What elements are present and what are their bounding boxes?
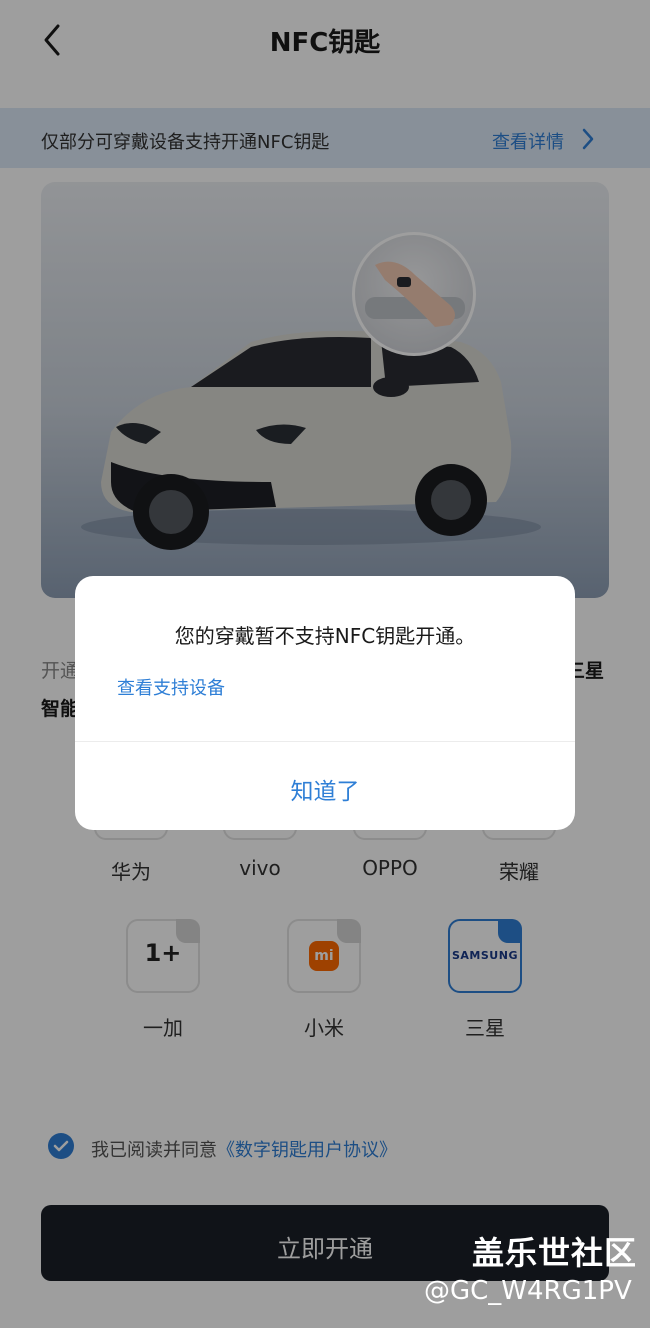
dialog-ok-button[interactable]: 知道了: [75, 772, 575, 806]
dialog-divider: [75, 741, 575, 742]
dialog-message: 您的穿戴暂不支持NFC钥匙开通。: [174, 624, 476, 648]
view-supported-devices-link[interactable]: 查看支持设备: [117, 674, 225, 700]
watermark-handle: @GC_W4RG1PV: [424, 1276, 632, 1306]
watermark-community: 盖乐世社区: [472, 1234, 638, 1272]
